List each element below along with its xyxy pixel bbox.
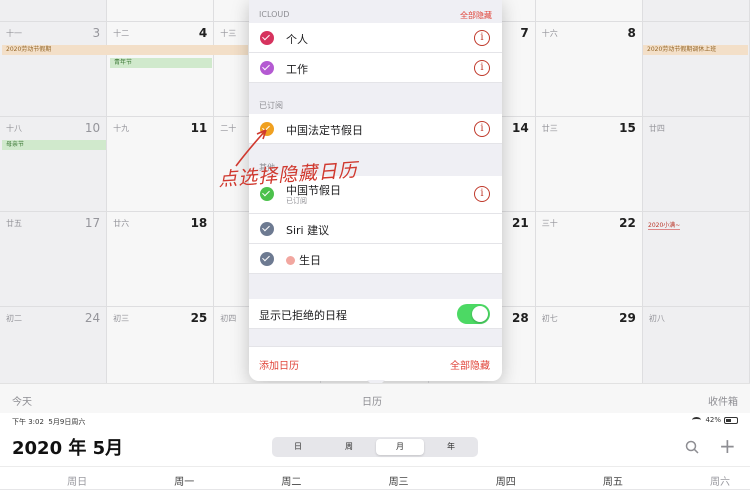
- weekday-label: 周二: [281, 477, 302, 488]
- check-icon[interactable]: [260, 252, 274, 266]
- weekday-label: 周日: [67, 477, 88, 488]
- status-time-text: 下午 3:02: [12, 418, 44, 426]
- status-date-text: 5月9日周六: [48, 418, 86, 426]
- show-declined-row: 显示已拒绝的日程: [249, 299, 502, 329]
- calendars-button[interactable]: 日历: [362, 393, 382, 408]
- next-row-divider: [0, 489, 750, 500]
- status-right: 42%: [692, 416, 738, 424]
- info-icon[interactable]: i: [474, 60, 490, 76]
- battery-percent: 42%: [705, 416, 721, 424]
- calendar-row-label: Siri 建议: [286, 224, 330, 237]
- weekday-label: 周三: [388, 477, 409, 488]
- calendar-row-label: 生日: [286, 252, 321, 268]
- check-icon[interactable]: [260, 61, 274, 75]
- weekday-label: 周六: [710, 477, 730, 488]
- segment-day[interactable]: 日: [274, 439, 322, 455]
- battery-icon: [724, 416, 738, 424]
- month-title: 2020 年 5月: [12, 438, 124, 459]
- calendar-row-siri[interactable]: Siri 建议: [249, 214, 502, 244]
- weekday-label: 周五: [602, 477, 623, 488]
- info-icon[interactable]: i: [474, 30, 490, 46]
- status-bar: 下午 3:02 5月9日周六 42%: [0, 413, 750, 429]
- subscribed-section-header: 已订阅: [249, 100, 502, 111]
- calendar-row-label: 个人: [286, 33, 308, 46]
- segment-week[interactable]: 周: [325, 439, 373, 455]
- toggle-knob: [472, 306, 488, 322]
- weekday-label: 周四: [495, 477, 516, 488]
- segment-month[interactable]: 月: [376, 439, 424, 455]
- info-icon[interactable]: i: [474, 186, 490, 202]
- calendar-row-work[interactable]: 工作 i: [249, 53, 502, 83]
- calendars-popover: ICLOUD 全部隐藏 个人 i 工作 i 已订阅 中国法定节假日 i 其他 中…: [249, 0, 502, 389]
- status-time: 下午 3:02 5月9日周六: [12, 417, 85, 427]
- icloud-section-header: ICLOUD 全部隐藏: [249, 10, 502, 21]
- segment-year[interactable]: 年: [427, 439, 475, 455]
- calendar-row-label: 工作: [286, 63, 308, 76]
- icloud-header-label: ICLOUD: [259, 10, 290, 19]
- bottom-toolbar: 今天 日历 收件箱: [0, 383, 750, 413]
- show-declined-toggle[interactable]: [457, 304, 490, 324]
- show-declined-label: 显示已拒绝的日程: [259, 309, 347, 322]
- add-calendar-button[interactable]: 添加日历: [259, 357, 299, 372]
- add-event-icon[interactable]: +: [719, 436, 736, 456]
- calendar-row-birthdays[interactable]: 生日: [249, 244, 502, 274]
- calendar-row-personal[interactable]: 个人 i: [249, 23, 502, 53]
- weekday-label: 周一: [174, 477, 195, 488]
- calendar-row-legal-holidays[interactable]: 中国法定节假日 i: [249, 114, 502, 144]
- birthday-icon: [286, 255, 295, 265]
- hide-all-top-button[interactable]: 全部隐藏: [460, 10, 492, 21]
- popover-footer: 添加日历 全部隐藏: [249, 346, 502, 381]
- view-segmented-control: 日 周 月 年: [272, 437, 478, 457]
- calendar-row-label: 中国法定节假日: [286, 124, 363, 137]
- search-icon[interactable]: [685, 440, 699, 454]
- today-button[interactable]: 今天: [12, 393, 32, 408]
- check-icon[interactable]: [260, 31, 274, 45]
- hide-all-bottom-button[interactable]: 全部隐藏: [450, 357, 490, 372]
- check-icon[interactable]: [260, 187, 274, 201]
- info-icon[interactable]: i: [474, 121, 490, 137]
- subscribed-header-label: 已订阅: [259, 101, 283, 110]
- check-icon[interactable]: [260, 222, 274, 236]
- inbox-button[interactable]: 收件箱: [708, 393, 738, 408]
- check-icon[interactable]: [260, 122, 274, 136]
- calendar-row-sublabel: 已订阅: [286, 197, 307, 205]
- wifi-icon: [692, 417, 702, 423]
- birthday-label: 生日: [299, 254, 321, 267]
